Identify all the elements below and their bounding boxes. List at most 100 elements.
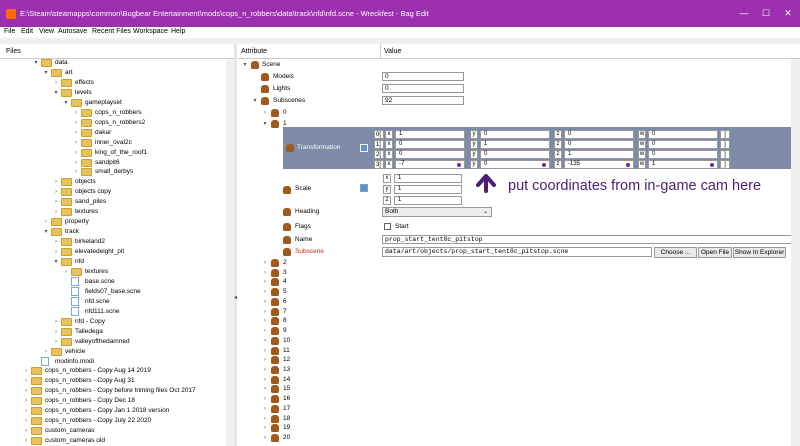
expand-arrow-icon[interactable]: › bbox=[52, 237, 60, 247]
subscene-index-row[interactable]: › 7 bbox=[237, 307, 797, 317]
tree-folder-item[interactable]: ▾ art bbox=[0, 68, 226, 78]
subscene-index-row[interactable]: › 3 bbox=[237, 268, 797, 278]
tree-folder-item[interactable]: › custom_cameras bbox=[0, 426, 226, 436]
subscene-path-field[interactable]: data/art/objects/prop_start_tent8c_pitst… bbox=[382, 247, 652, 257]
expand-arrow-icon[interactable]: › bbox=[62, 267, 70, 277]
start-checkbox[interactable] bbox=[384, 223, 391, 230]
tree-folder-item[interactable]: › cops_n_robbers - Copy before triming fi… bbox=[0, 386, 226, 396]
subscene-index-row[interactable]: › 10 bbox=[237, 336, 797, 346]
tree-folder-item[interactable]: › objects copy bbox=[0, 187, 226, 197]
tree-folder-item[interactable]: › cops_n_robbers2 bbox=[0, 118, 226, 128]
value-column-header[interactable]: Value bbox=[384, 48, 401, 55]
menu-view[interactable]: View bbox=[39, 28, 54, 35]
tree-file-item[interactable]: base.scne bbox=[0, 276, 226, 287]
tree-folder-item[interactable]: › effects bbox=[0, 78, 226, 88]
tree-file-item[interactable]: fields07_base.scne bbox=[0, 286, 226, 297]
expand-arrow-icon[interactable]: › bbox=[261, 433, 269, 443]
expand-arrow-icon[interactable]: › bbox=[42, 347, 50, 357]
name-field[interactable]: prop_start_tent8c_pitstop bbox=[382, 235, 797, 244]
collapse-arrow-icon[interactable]: ▾ bbox=[32, 58, 40, 68]
expand-arrow-icon[interactable]: › bbox=[22, 406, 30, 416]
collapse-arrow-icon[interactable]: ▾ bbox=[241, 60, 249, 70]
subscene-index-row[interactable]: › 13 bbox=[237, 365, 797, 375]
tree-folder-item[interactable]: ▾ track bbox=[0, 227, 226, 237]
collapse-arrow-icon[interactable]: ▾ bbox=[251, 96, 259, 106]
expand-arrow-icon[interactable]: › bbox=[22, 396, 30, 406]
subscene-index-row[interactable]: › 0 bbox=[237, 108, 797, 118]
expand-arrow-icon[interactable]: › bbox=[261, 326, 269, 336]
expand-arrow-icon[interactable]: › bbox=[52, 78, 60, 88]
subscene-index-row[interactable]: › 2 bbox=[237, 258, 797, 268]
expand-arrow-icon[interactable]: › bbox=[261, 287, 269, 297]
subscene-index-row[interactable]: › 11 bbox=[237, 346, 797, 356]
subscene-index-row[interactable]: › 17 bbox=[237, 404, 797, 414]
attribute-column-header[interactable]: Attribute bbox=[241, 48, 267, 55]
tree-folder-item[interactable]: › small_derbys bbox=[0, 167, 226, 177]
expand-arrow-icon[interactable]: › bbox=[261, 277, 269, 287]
expand-arrow-icon[interactable]: › bbox=[72, 128, 80, 138]
subscene-index-row[interactable]: › 5 bbox=[237, 287, 797, 297]
expand-arrow-icon[interactable]: › bbox=[52, 337, 60, 347]
expand-arrow-icon[interactable]: › bbox=[72, 158, 80, 168]
expand-arrow-icon[interactable]: › bbox=[72, 138, 80, 148]
expand-arrow-icon[interactable]: › bbox=[52, 187, 60, 197]
expand-arrow-icon[interactable]: › bbox=[52, 247, 60, 257]
expand-arrow-icon[interactable]: › bbox=[261, 365, 269, 375]
tree-folder-item[interactable]: › sand_piles bbox=[0, 197, 226, 207]
expand-arrow-icon[interactable]: › bbox=[261, 394, 269, 404]
models-field[interactable]: 0 bbox=[382, 72, 464, 81]
tree-folder-item[interactable]: ▾ nfd bbox=[0, 257, 226, 267]
expand-arrow-icon[interactable]: › bbox=[42, 217, 50, 227]
subscene-index-row[interactable]: › 14 bbox=[237, 375, 797, 385]
expand-arrow-icon[interactable]: › bbox=[261, 355, 269, 365]
tree-folder-item[interactable]: › cops_n_robbers - Copy Jan 1 2018 versio… bbox=[0, 406, 226, 416]
subscene-index-row[interactable]: › 8 bbox=[237, 316, 797, 326]
choose-button[interactable]: Choose ... bbox=[654, 247, 697, 258]
subscene-index-row[interactable]: › 12 bbox=[237, 355, 797, 365]
tree-file-item[interactable]: nfd.scne bbox=[0, 296, 226, 307]
expand-arrow-icon[interactable]: › bbox=[72, 118, 80, 128]
subscene-index-row[interactable]: › 4 bbox=[237, 277, 797, 287]
collapse-arrow-icon[interactable]: ▾ bbox=[62, 98, 70, 108]
subscenes-field[interactable]: 92 bbox=[382, 96, 464, 105]
expand-arrow-icon[interactable]: › bbox=[22, 416, 30, 426]
maximize-button[interactable]: ☐ bbox=[758, 6, 774, 20]
tree-folder-item[interactable]: › cops_n_robbers - Copy Aug 14 2019 bbox=[0, 366, 226, 376]
expand-arrow-icon[interactable]: › bbox=[261, 316, 269, 326]
tree-folder-item[interactable]: › sandpit6 bbox=[0, 158, 226, 168]
expand-arrow-icon[interactable]: › bbox=[261, 404, 269, 414]
chevron-down-icon[interactable]: ⌄ bbox=[483, 207, 488, 217]
expand-arrow-icon[interactable]: › bbox=[22, 426, 30, 436]
expand-arrow-icon[interactable]: › bbox=[261, 258, 269, 268]
tree-folder-item[interactable]: › nfd - Copy bbox=[0, 317, 226, 327]
subscene-index-row[interactable]: › 6 bbox=[237, 297, 797, 307]
tree-folder-item[interactable]: › inner_oval2c bbox=[0, 138, 226, 148]
tree-folder-item[interactable]: › valleyofthedamned bbox=[0, 337, 226, 347]
subscene-index-row[interactable]: › 15 bbox=[237, 384, 797, 394]
tree-folder-item[interactable]: ▾ levels bbox=[0, 88, 226, 98]
expand-arrow-icon[interactable]: › bbox=[52, 177, 60, 187]
tree-folder-item[interactable]: › king_of_the_roof1 bbox=[0, 148, 226, 158]
close-button[interactable]: ✕ bbox=[780, 6, 796, 20]
expand-arrow-icon[interactable]: › bbox=[261, 423, 269, 433]
tree-folder-item[interactable]: › textures bbox=[0, 207, 226, 217]
heading-dropdown[interactable]: Both bbox=[382, 207, 492, 217]
tree-folder-item[interactable]: › textures bbox=[0, 267, 226, 277]
menu-file[interactable]: File bbox=[4, 28, 15, 35]
tree-folder-item[interactable]: › custom_cameras old bbox=[0, 436, 226, 446]
expand-arrow-icon[interactable]: › bbox=[261, 414, 269, 424]
lights-field[interactable]: 0 bbox=[382, 84, 464, 93]
show-in-explorer-button[interactable]: Show In Explorer bbox=[733, 247, 786, 258]
subscene-index-row[interactable]: › 18 bbox=[237, 414, 797, 424]
expand-arrow-icon[interactable]: › bbox=[72, 167, 80, 177]
tree-folder-item[interactable]: › cops_n_robbers - Copy July 22 2020 bbox=[0, 416, 226, 426]
tree-folder-item[interactable]: › elevatedeight_pit bbox=[0, 247, 226, 257]
tree-folder-item[interactable]: ▾ gameplayset bbox=[0, 98, 226, 108]
menu-workspace[interactable]: Workspace bbox=[133, 28, 168, 35]
expand-arrow-icon[interactable]: › bbox=[52, 327, 60, 337]
tree-folder-item[interactable]: › property bbox=[0, 217, 226, 227]
expand-arrow-icon[interactable]: › bbox=[261, 346, 269, 356]
subscene-index-row[interactable]: › 19 bbox=[237, 423, 797, 433]
subscene-index-row[interactable]: › 16 bbox=[237, 394, 797, 404]
column-divider[interactable] bbox=[380, 44, 381, 59]
